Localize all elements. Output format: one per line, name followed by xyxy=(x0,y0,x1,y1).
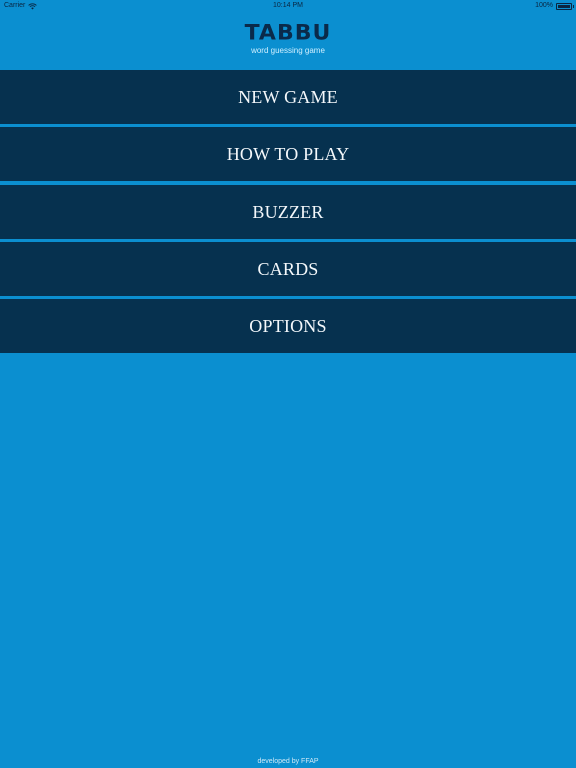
status-right: 100% xyxy=(535,0,574,12)
battery-percent: 100% xyxy=(535,2,553,9)
buzzer-button[interactable]: BUZZER xyxy=(0,184,576,239)
app-title: TABBU xyxy=(244,21,332,46)
status-bar: Carrier 10:14 PM 100% xyxy=(0,0,576,12)
battery-icon xyxy=(556,2,574,10)
main-menu: NEW GAME HOW TO PLAY BUZZER CARDS OPTION… xyxy=(0,70,576,353)
app-subtitle: word guessing game xyxy=(251,46,325,55)
status-time: 10:14 PM xyxy=(273,2,303,9)
new-game-button[interactable]: NEW GAME xyxy=(0,70,576,124)
app-logo: TABBU word guessing game xyxy=(0,22,576,56)
developer-credit: developed by FFAP xyxy=(257,758,319,765)
app-screen: Carrier 10:14 PM 100% TABBU word guessin… xyxy=(0,0,576,768)
how-to-play-button[interactable]: HOW TO PLAY xyxy=(0,127,576,182)
cards-button[interactable]: CARDS xyxy=(0,241,576,296)
options-button[interactable]: OPTIONS xyxy=(0,299,576,353)
